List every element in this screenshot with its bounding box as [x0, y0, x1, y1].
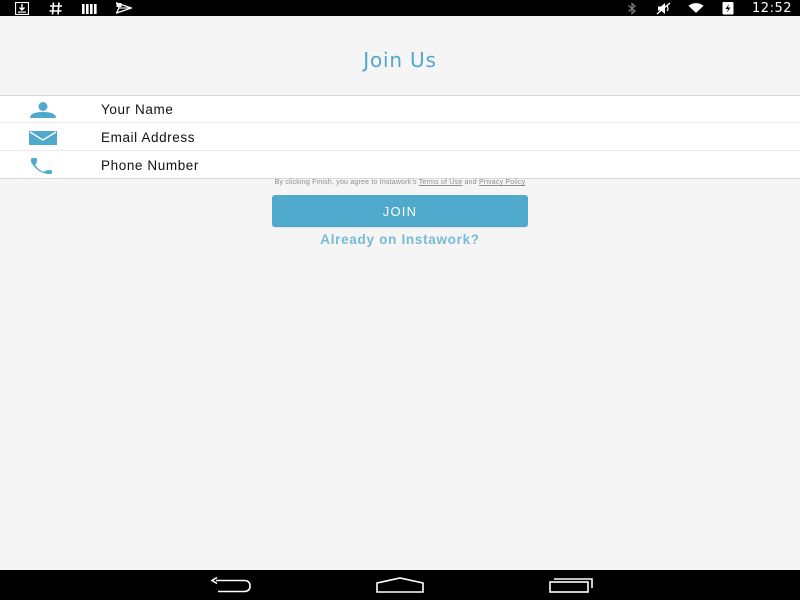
- signal-bars-icon: [82, 2, 98, 15]
- terms-of-use-link[interactable]: Terms of Use: [419, 179, 463, 186]
- envelope-icon: [28, 128, 58, 148]
- privacy-policy-link[interactable]: Privacy Policy: [479, 179, 525, 186]
- name-input[interactable]: [100, 96, 780, 123]
- download-icon: [14, 1, 30, 15]
- mute-icon: [656, 1, 672, 15]
- phone-icon: [28, 156, 58, 176]
- phone-row: [0, 152, 800, 179]
- signup-form: [0, 96, 800, 179]
- header: Join Us: [0, 16, 800, 96]
- terms-notice: By clicking Finish, you agree to Instawo…: [0, 179, 800, 186]
- status-bar-right-icons: 12:52: [624, 0, 792, 16]
- hash-icon: [48, 1, 64, 15]
- person-icon: [28, 100, 58, 120]
- battery-icon: [720, 2, 736, 15]
- already-on-instawork-link[interactable]: Already on Instawork?: [0, 232, 800, 247]
- send-icon: [116, 2, 132, 15]
- recents-icon[interactable]: [542, 574, 602, 596]
- status-bar-time: 12:52: [752, 0, 792, 16]
- back-icon[interactable]: [200, 574, 260, 596]
- terms-prefix: By clicking Finish, you agree to Instawo…: [274, 179, 419, 186]
- home-icon[interactable]: [370, 574, 430, 596]
- page-title: Join Us: [363, 48, 437, 72]
- name-row: [0, 96, 800, 123]
- nav-bar: [0, 570, 800, 600]
- email-input[interactable]: [100, 124, 780, 151]
- wifi-icon: [688, 2, 704, 15]
- phone-input[interactable]: [100, 152, 780, 179]
- email-row: [0, 124, 800, 151]
- status-bar-left-icons: [14, 1, 132, 15]
- status-bar: 12:52: [0, 0, 800, 16]
- join-button[interactable]: JOIN: [272, 195, 528, 227]
- bluetooth-icon: [624, 1, 640, 15]
- terms-conjunction: and: [462, 179, 479, 186]
